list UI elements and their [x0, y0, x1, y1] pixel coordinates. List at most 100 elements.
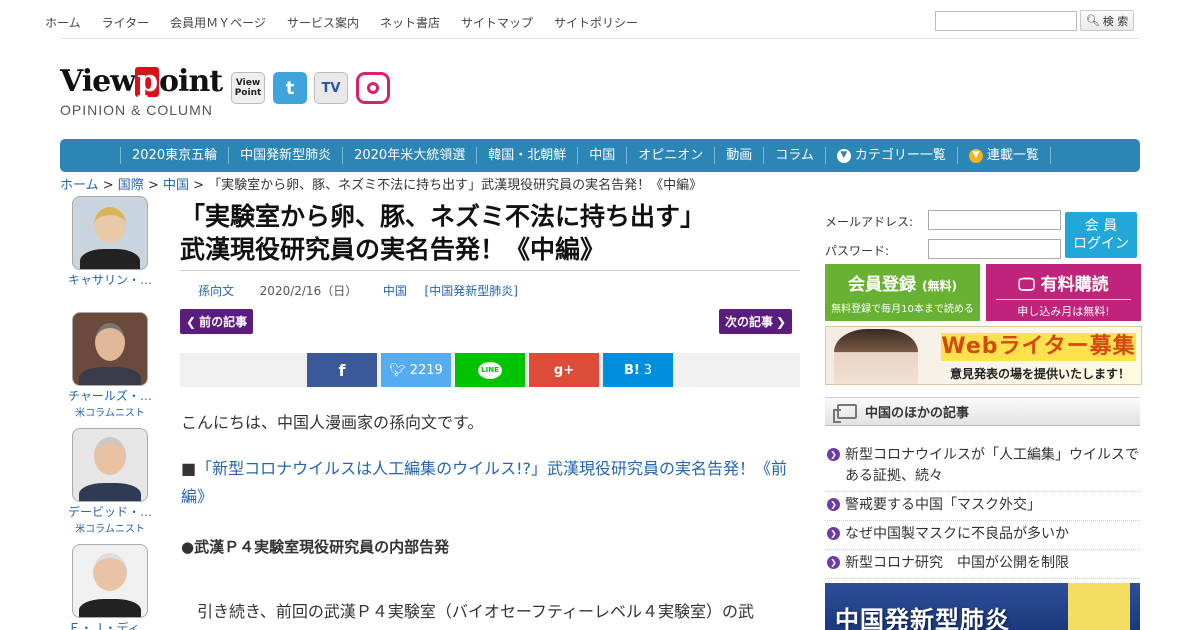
instagram-icon[interactable]	[356, 72, 390, 104]
list-item[interactable]: ❯ 新型コロナ研究 中国が公開を制限	[825, 553, 1140, 579]
documents-icon	[833, 404, 857, 423]
article-body: 引き続き、前回の武漢Ｐ４実験室（バイオセーフティーレベル４実験室）の武	[181, 602, 754, 621]
twitter-share-count: 2219	[409, 362, 443, 378]
hatena-bookmark-button[interactable]: B! 3	[603, 353, 673, 387]
google-plus-icon: g+	[553, 362, 575, 378]
category-menu: 2020東京五輪 中国発新型肺炎 2020年米大統領選 韓国・北朝鮮 中国 オピ…	[120, 139, 1051, 172]
breadcrumb-china[interactable]: 中国	[163, 178, 189, 193]
email-label: メールアドレス:	[825, 215, 914, 229]
viewpoint-tv-icon[interactable]: TV	[314, 72, 348, 104]
topnav-item-mypage[interactable]: 会員用ＭＹページ	[170, 14, 266, 31]
list-item[interactable]: ❯ 警戒要する中国「マスク外交」	[825, 495, 1140, 521]
article-date: 2020/2/16（日）	[259, 284, 358, 298]
next-article-button[interactable]: 次の記事 ❯	[719, 309, 793, 334]
columnist-role: 米コラムニスト	[75, 408, 145, 419]
chevron-right-icon: ❯	[776, 314, 787, 329]
banner-title: 中国発新型肺炎	[835, 606, 1010, 630]
chevron-right-icon: ❯	[827, 527, 840, 540]
topnav-item-policy[interactable]: サイトポリシー	[554, 14, 638, 31]
category-link[interactable]: 中国	[383, 284, 407, 298]
author-link[interactable]: 孫向文	[198, 284, 234, 298]
article-subheading: ●武漢Ｐ４実験室現役研究員の内部告発	[181, 538, 450, 556]
share-bar: f 🐦︎ 2219 LINE g+ B! 3	[180, 353, 800, 387]
category-list-label: カテゴリー一覧	[854, 148, 946, 163]
member-login-button[interactable]: 会 員 ログイン	[1065, 212, 1137, 258]
columnist-card[interactable]: デービッド・… 米コラムニスト	[62, 428, 158, 535]
line-icon: LINE	[478, 361, 502, 379]
viewpoint-facebook-icon[interactable]: View Point	[231, 72, 265, 104]
password-label: パスワード:	[825, 244, 890, 258]
banner-photo-sign	[1068, 583, 1130, 630]
free-register-button[interactable]: 会員登録 (無料) 無料登録で毎月10本まで読める	[825, 264, 980, 321]
columnist-name: デービッド・…	[67, 505, 152, 519]
banner-title: Webライター募集	[941, 333, 1136, 361]
search-button-label: 検 索	[1102, 14, 1129, 28]
columnist-card[interactable]: Ｅ・Ｊ・ディ…	[62, 544, 158, 630]
article-title: 「実験室から卵、豚、ネズミ不法に持ち出す」 武漢現役研究員の実名告発！《中編》	[180, 202, 706, 264]
hatena-icon: B!	[623, 362, 640, 378]
breadcrumb-current: 「実験室から卵、豚、ネズミ不法に持ち出す」武漢現役研究員の実名告発！《中編》	[208, 178, 703, 193]
series-list-label: 連載一覧	[986, 148, 1039, 163]
password-field[interactable]	[928, 239, 1061, 259]
category-tokyo-olympics[interactable]: 2020東京五輪	[120, 147, 228, 164]
hatena-count: 3	[643, 362, 653, 378]
facebook-share-button[interactable]: f	[307, 353, 377, 387]
google-plus-share-button[interactable]: g+	[529, 353, 599, 387]
topnav-item-services[interactable]: サービス案内	[287, 14, 359, 31]
chevron-right-icon: ❯	[827, 448, 840, 461]
twitter-share-button[interactable]: 🐦︎ 2219	[381, 353, 451, 387]
twitter-icon[interactable]: t	[273, 72, 307, 104]
coronavirus-special-banner[interactable]: 中国発新型肺炎	[825, 583, 1140, 630]
topnav-item-sitemap[interactable]: サイトマップ	[461, 14, 533, 31]
article-intro: こんにちは、中国人漫画家の孫向文です。	[181, 413, 484, 432]
facebook-icon: f	[338, 360, 346, 380]
breadcrumb: ホーム > 国際 > 中国 > 「実験室から卵、豚、ネズミ不法に持ち出す」武漢現…	[60, 178, 703, 193]
columnist-photo	[72, 196, 148, 270]
paid-subscribe-button[interactable]: 🖵︎ 有料購読 申し込み月は無料!	[986, 264, 1141, 321]
category-china[interactable]: 中国	[577, 147, 626, 164]
chevron-right-icon: ❯	[827, 556, 840, 569]
logo-wordmark: Viewpoint	[60, 64, 223, 99]
site-logo[interactable]: Viewpoint OPINION & COLUMN	[60, 64, 223, 119]
topnav-item-home[interactable]: ホーム	[45, 14, 81, 31]
chevron-left-icon: ❮	[186, 314, 197, 329]
breadcrumb-international[interactable]: 国際	[118, 178, 144, 193]
banner-subtitle: 意見発表の場を提供いたします！	[950, 367, 1131, 381]
prev-article-button[interactable]: ❮ 前の記事	[180, 309, 254, 334]
columnist-photo	[72, 544, 148, 618]
columnist-photo	[72, 428, 148, 502]
topnav-item-bookstore[interactable]: ネット書店	[380, 14, 440, 31]
category-opinion[interactable]: オピニオン	[626, 147, 714, 164]
line-share-button[interactable]: LINE	[455, 353, 525, 387]
topnav-item-writers[interactable]: ライター	[102, 14, 150, 31]
tag-link[interactable]: [中国発新型肺炎]	[425, 284, 518, 298]
search-icon: 🔍︎	[1085, 14, 1100, 27]
category-list-dropdown[interactable]: ▼ カテゴリー一覧	[824, 147, 957, 164]
more-articles-list: ❯ 新型コロナウイルスが「人工編集」ウイルスである証拠、続々 ❯ 警戒要する中国「マ…	[825, 445, 1140, 582]
category-us-election[interactable]: 2020年米大統領選	[342, 147, 476, 164]
web-writer-recruit-banner[interactable]: Webライター募集 意見発表の場を提供いたします！	[825, 326, 1142, 385]
series-list-dropdown[interactable]: ▼ 連載一覧	[956, 147, 1051, 164]
list-item[interactable]: ❯ なぜ中国製マスクに不良品が多いか	[825, 524, 1140, 550]
category-video[interactable]: 動画	[714, 147, 763, 164]
columnist-name: Ｅ・Ｊ・ディ…	[68, 621, 152, 630]
email-field[interactable]	[928, 210, 1061, 230]
list-item[interactable]: ❯ 新型コロナウイルスが「人工編集」ウイルスである証拠、続々	[825, 445, 1140, 492]
columnist-card[interactable]: チャールズ・… 米コラムニスト	[62, 312, 158, 419]
columnist-name: キャサリン・…	[67, 273, 152, 287]
columnist-role: 米コラムニスト	[75, 524, 145, 535]
article-meta: 孫向文 2020/2/16（日） 中国 [中国発新型肺炎]	[198, 282, 518, 299]
chevron-down-icon: ▼	[836, 148, 851, 163]
title-divider	[180, 270, 800, 271]
search-input[interactable]	[935, 11, 1077, 31]
banner-photo	[834, 329, 918, 384]
previous-part-link[interactable]: 「新型コロナウイルスは人工編集のウイルス!?」武漢現役研究員の実名告発！《前編》	[181, 459, 787, 506]
category-column[interactable]: コラム	[763, 147, 825, 164]
breadcrumb-home[interactable]: ホーム	[60, 178, 99, 193]
search-button[interactable]: 🔍︎ 検 索	[1080, 10, 1134, 31]
category-korea[interactable]: 韓国・北朝鮮	[476, 147, 577, 164]
category-coronavirus[interactable]: 中国発新型肺炎	[228, 147, 342, 164]
chevron-down-icon: ▼	[968, 148, 983, 163]
columnist-card[interactable]: キャサリン・…	[62, 196, 158, 288]
previous-part-link-paragraph: ■「新型コロナウイルスは人工編集のウイルス!?」武漢現役研究員の実名告発！《前編…	[181, 459, 788, 506]
